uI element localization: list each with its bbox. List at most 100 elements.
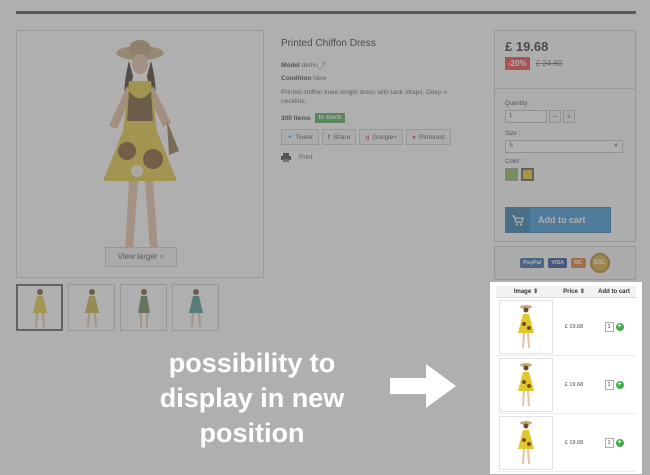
sort-icon: ⇕	[533, 289, 539, 295]
column-price-header[interactable]: Price ⇕	[556, 288, 592, 296]
add-to-cart-button[interactable]: Add to cart	[505, 207, 611, 233]
quantity-label: Quantity:	[505, 101, 530, 107]
in-stock-badge: In stock	[314, 113, 346, 123]
paypal-logo: PayPal	[520, 258, 545, 268]
table-row: £ 19.68 1 +	[496, 414, 636, 472]
current-price: £ 19.68	[505, 39, 549, 54]
buy-box: £ 19.68 -20% £ 24.60 Quantity: 1 − + Siz…	[494, 30, 636, 242]
model-row: Model demo_7	[281, 62, 481, 69]
add-to-cart-plus-icon[interactable]: +	[615, 438, 624, 447]
column-add-to-cart-header: Add to cart	[592, 289, 636, 295]
printer-icon	[281, 153, 291, 162]
quantity-stepper: 1 − +	[505, 110, 625, 123]
thumbnail-dress-icon	[84, 288, 99, 327]
highlighted-product-table: Image ⇕ Price ⇕ Add to cart £ 19.68 1 + £ 1…	[490, 282, 642, 474]
product-description: Printed chiffon knee length dress with t…	[281, 89, 449, 105]
thumbnail-strip	[16, 284, 219, 331]
top-divider	[16, 11, 636, 14]
social-buttons: ✦ Tweet f Share g Google+ ● Pinterest	[281, 129, 481, 145]
row-price: £ 19.68	[564, 323, 584, 330]
quantity-input[interactable]: 1	[505, 110, 547, 123]
size-label: Size :	[505, 131, 521, 137]
color-label: Color :	[505, 159, 523, 165]
print-label: Print	[299, 154, 313, 161]
product-table: Image ⇕ Price ⇕ Add to cart £ 19.68 1 + £ 1…	[496, 286, 636, 472]
print-link[interactable]: Print	[281, 153, 481, 162]
view-larger-button[interactable]: View larger ⌕	[105, 247, 177, 267]
row-quantity-input[interactable]: 1	[604, 379, 614, 390]
add-to-cart-label: Add to cart	[538, 215, 586, 225]
dress-model-icon	[518, 362, 534, 406]
product-title: Printed Chiffon Dress	[281, 38, 376, 49]
view-larger-label: View larger	[117, 252, 158, 261]
share-label: Share	[332, 133, 351, 141]
google-plus-button[interactable]: g Google+	[359, 129, 404, 145]
increase-quantity-button[interactable]: +	[563, 110, 575, 123]
callout-text: possibility to display in new position	[118, 346, 386, 451]
row-price: £ 19.68	[564, 439, 584, 446]
facebook-icon: f	[327, 133, 330, 141]
cart-icon	[506, 208, 530, 232]
thumbnail-3[interactable]	[120, 284, 167, 331]
main-product-image[interactable]: View larger ⌕	[16, 30, 264, 278]
twitter-icon: ✦	[287, 134, 293, 141]
product-options: Quantity: 1 − + Size : S ▼ Color :	[495, 89, 635, 181]
thumbnail-4[interactable]	[172, 284, 219, 331]
pinterest-icon: ●	[412, 133, 417, 141]
google-plus-icon: g	[365, 133, 370, 141]
row-price: £ 19.68	[564, 381, 584, 388]
facebook-share-button[interactable]: f Share	[321, 129, 357, 145]
discount-badge: -20%	[505, 57, 530, 70]
color-swatch-green[interactable]	[505, 168, 518, 181]
add-to-cart-plus-icon[interactable]: +	[615, 322, 624, 331]
dress-model-image	[103, 40, 179, 254]
condition-row: Condition New	[281, 75, 481, 82]
zoom-icon: ⌕	[159, 252, 165, 261]
dress-model-icon	[518, 304, 534, 348]
ssl-seal: SSL	[589, 253, 610, 273]
product-info: Printed Chiffon Dress Model demo_7 Condi…	[281, 38, 481, 162]
table-row: £ 19.68 1 +	[496, 298, 636, 356]
callout-line-2: display in new	[159, 383, 345, 413]
row-product-image[interactable]	[499, 415, 553, 470]
color-swatches	[505, 168, 625, 181]
thumbnail-dress-icon	[137, 288, 150, 327]
discount-row: -20% £ 24.60	[505, 57, 625, 70]
thumbnail-2[interactable]	[68, 284, 115, 331]
condition-value: New	[313, 75, 327, 82]
pinterest-button[interactable]: ● Pinterest	[406, 129, 451, 145]
row-product-image[interactable]	[499, 299, 553, 354]
items-count: 300 Items	[281, 114, 311, 122]
google-label: Google+	[372, 133, 398, 141]
column-price-label: Price	[563, 288, 578, 295]
row-quantity-input[interactable]: 1	[604, 321, 614, 332]
chevron-down-icon: ▼	[613, 143, 619, 149]
add-to-cart-plus-icon[interactable]: +	[615, 380, 624, 389]
mastercard-logo: MC	[571, 258, 586, 268]
pinterest-label: Pinterest	[419, 133, 445, 141]
visa-logo: VISA	[548, 258, 568, 268]
thumbnail-1[interactable]	[16, 284, 63, 331]
row-product-image[interactable]	[499, 357, 553, 412]
size-value: S	[509, 143, 514, 149]
dress-model-icon	[518, 420, 534, 464]
tweet-label: Tweet	[295, 133, 313, 141]
model-label: Model	[281, 62, 300, 69]
column-image-header[interactable]: Image ⇕	[496, 288, 556, 296]
color-swatch-yellow[interactable]	[521, 168, 534, 181]
row-quantity-input[interactable]: 1	[604, 437, 614, 448]
callout-line-1: possibility to	[168, 348, 336, 378]
callout-line-3: position	[199, 418, 305, 448]
price-section: £ 19.68 -20% £ 24.60	[495, 31, 635, 89]
condition-label: Condition	[281, 75, 312, 82]
thumbnail-dress-icon	[188, 288, 203, 327]
thumbnail-dress-icon	[32, 288, 47, 327]
size-select[interactable]: S ▼	[505, 140, 623, 153]
model-value: demo_7	[301, 62, 326, 69]
old-price: £ 24.60	[535, 59, 563, 68]
decrease-quantity-button[interactable]: −	[549, 110, 561, 123]
tweet-button[interactable]: ✦ Tweet	[281, 129, 319, 145]
right-arrow-icon	[390, 364, 456, 408]
payment-logos: PayPal VISA MC SSL	[494, 246, 636, 280]
column-image-label: Image	[513, 288, 532, 295]
